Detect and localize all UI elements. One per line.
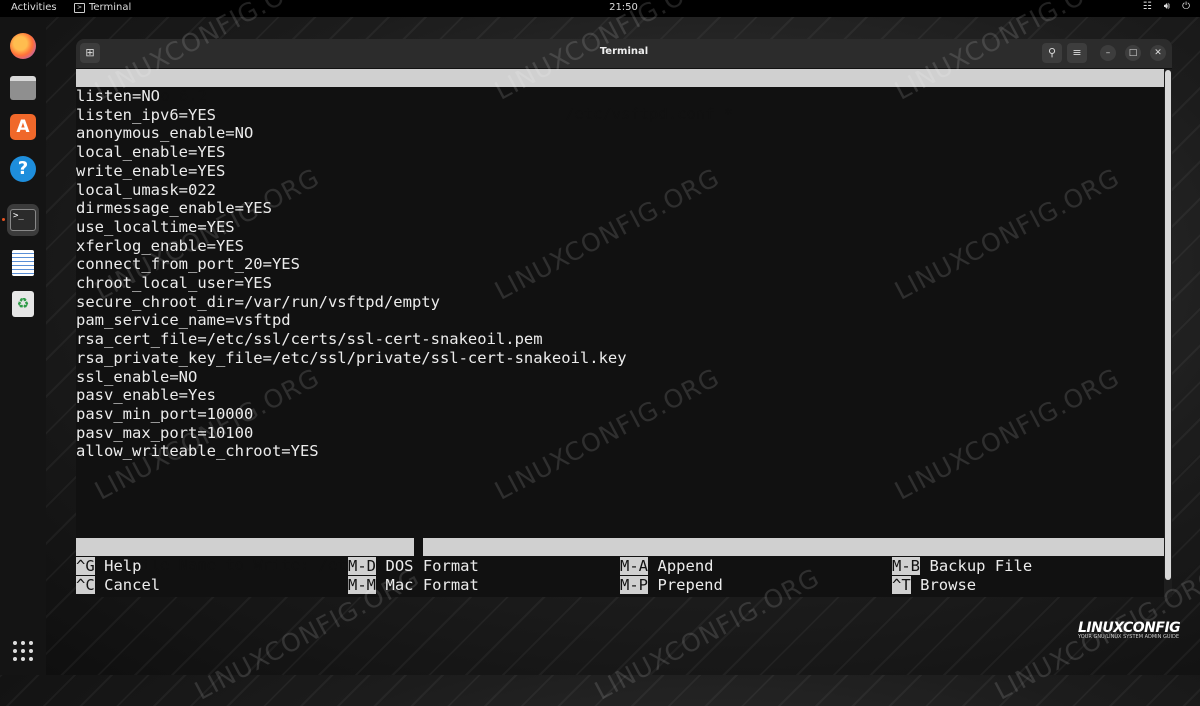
- top-bar: Activities > Terminal 21:50 ☷ 🔊︎ ⏻: [0, 0, 1200, 17]
- text-cursor: [414, 538, 423, 556]
- window-title: Terminal: [599, 46, 649, 57]
- maximize-button[interactable]: □: [1125, 45, 1141, 61]
- nano-editor[interactable]: GNU nano 6.2 /etc/vsftpd.conf * listen=N…: [76, 69, 1164, 597]
- shortcut-key: M-M: [348, 576, 376, 594]
- running-indicator: [2, 218, 5, 221]
- terminal-icon: >_: [10, 209, 36, 231]
- shortcut-label: Append: [648, 557, 714, 575]
- hamburger-icon: ≡: [1072, 46, 1082, 59]
- file-line[interactable]: dirmessage_enable=YES: [76, 199, 272, 217]
- title-bar[interactable]: ⊞ Terminal ⚲ ≡ – □ ✕: [76, 39, 1172, 68]
- dock: A ? >_ ♻: [0, 17, 46, 675]
- shortcut-label: Prepend: [648, 576, 723, 594]
- file-line[interactable]: rsa_cert_file=/etc/ssl/certs/ssl-cert-sn…: [76, 330, 543, 348]
- file-line[interactable]: rsa_private_key_file=/etc/ssl/private/ss…: [76, 349, 627, 367]
- power-icon[interactable]: ⏻: [1182, 1, 1190, 12]
- shortcut-key: ^T: [892, 576, 911, 594]
- close-button[interactable]: ✕: [1150, 45, 1166, 61]
- dock-writer[interactable]: [7, 247, 39, 279]
- system-tray[interactable]: ☷ 🔊︎ ⏻: [1143, 1, 1190, 12]
- shortcut-key: M-B: [892, 557, 920, 575]
- save-prompt[interactable]: File Name to Write: /etc/vsftpd.conf: [76, 538, 1164, 574]
- file-line[interactable]: pam_service_name=vsftpd: [76, 311, 291, 329]
- shortcut-label: Mac Format: [376, 576, 479, 594]
- shortcut-label: Backup File: [920, 557, 1033, 575]
- file-line[interactable]: write_enable=YES: [76, 162, 225, 180]
- search-button[interactable]: ⚲: [1042, 43, 1062, 63]
- dock-software[interactable]: A: [7, 111, 39, 143]
- firefox-icon: [10, 33, 36, 59]
- dock-help[interactable]: ?: [7, 153, 39, 185]
- shortcut-label: DOS Format: [376, 557, 479, 575]
- writer-icon: [12, 250, 34, 276]
- menu-button[interactable]: ≡: [1067, 43, 1087, 63]
- linuxconfig-logo: LINUXCONFIG YOUR GNU/LINUX SYSTEM ADMIN …: [1078, 620, 1181, 640]
- file-line[interactable]: pasv_max_port=10100: [76, 424, 253, 442]
- file-line[interactable]: listen_ipv6=YES: [76, 106, 216, 124]
- file-line[interactable]: pasv_min_port=10000: [76, 405, 253, 423]
- shortcut-key: M-P: [620, 576, 648, 594]
- file-line[interactable]: pasv_enable=Yes: [76, 386, 216, 404]
- logo-tagline: YOUR GNU/LINUX SYSTEM ADMIN GUIDE: [1078, 634, 1179, 640]
- shortcut-key: M-D: [348, 557, 376, 575]
- close-icon: ✕: [1154, 48, 1162, 58]
- dock-firefox[interactable]: [7, 30, 39, 62]
- file-line[interactable]: use_localtime=YES: [76, 218, 235, 236]
- shortcut-label: Browse: [910, 576, 977, 594]
- file-line[interactable]: connect_from_port_20=YES: [76, 255, 300, 273]
- shortcut-key: ^C: [76, 576, 95, 594]
- terminal-window[interactable]: ⊞ Terminal ⚲ ≡ – □ ✕ GNU nano 6.2 /etc/v…: [76, 39, 1172, 597]
- shortcut-key: M-A: [620, 557, 648, 575]
- dock-trash[interactable]: ♻: [7, 288, 39, 320]
- scrollbar-thumb[interactable]: [1165, 70, 1171, 580]
- shortcut-label: Help: [94, 557, 142, 575]
- maximize-icon: □: [1128, 48, 1138, 58]
- shortcut-label: Cancel: [94, 576, 161, 594]
- file-line[interactable]: listen=NO: [76, 87, 160, 105]
- network-icon[interactable]: ☷: [1143, 1, 1152, 12]
- clock[interactable]: 21:50: [0, 2, 1200, 13]
- file-line[interactable]: local_enable=YES: [76, 143, 225, 161]
- file-line[interactable]: xferlog_enable=YES: [76, 237, 244, 255]
- files-icon: [10, 76, 36, 100]
- app-grid-icon[interactable]: [13, 641, 33, 661]
- file-line[interactable]: chroot_local_user=YES: [76, 274, 272, 292]
- file-line[interactable]: secure_chroot_dir=/var/run/vsftpd/empty: [76, 293, 440, 311]
- help-icon: ?: [10, 156, 36, 182]
- dock-files[interactable]: [7, 72, 39, 104]
- nano-filename: /etc/vsftpd.conf *: [565, 105, 733, 123]
- volume-icon[interactable]: 🔊︎: [1164, 1, 1170, 12]
- trash-icon: ♻: [12, 291, 34, 317]
- file-line[interactable]: anonymous_enable=NO: [76, 124, 253, 142]
- scrollbar[interactable]: [1164, 69, 1172, 597]
- software-icon: A: [10, 114, 36, 140]
- file-line[interactable]: allow_writeable_chroot=YES: [76, 442, 319, 460]
- dock-terminal[interactable]: >_: [7, 204, 39, 236]
- nano-title-bar: GNU nano 6.2 /etc/vsftpd.conf *: [76, 69, 1164, 123]
- minimize-button[interactable]: –: [1100, 45, 1116, 61]
- file-line[interactable]: ssl_enable=NO: [76, 368, 197, 386]
- search-icon: ⚲: [1047, 46, 1057, 59]
- shortcut-key: ^G: [76, 557, 95, 575]
- file-line[interactable]: local_umask=022: [76, 181, 216, 199]
- minimize-icon: –: [1105, 48, 1111, 58]
